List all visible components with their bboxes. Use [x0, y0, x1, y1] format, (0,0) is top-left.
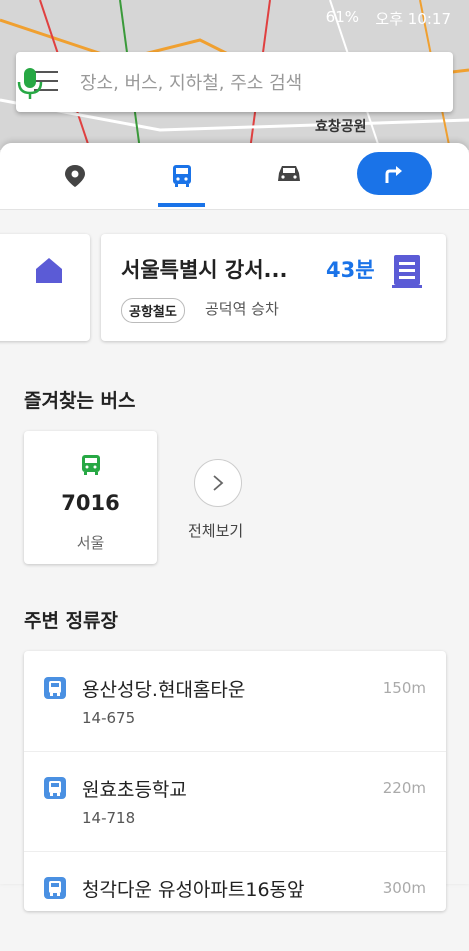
route-arrow-icon [385, 166, 402, 183]
stop-distance: 220m [382, 779, 426, 797]
nearby-stops-title: 주변 정류장 [24, 610, 119, 632]
list-item[interactable]: 원효초등학교 14-718 220m [24, 751, 446, 852]
stop-code: 14-718 [82, 809, 136, 827]
bus-stop-icon [44, 777, 66, 799]
home-icon [36, 258, 62, 283]
view-all-label[interactable]: 전체보기 [188, 520, 243, 541]
route-button[interactable] [357, 152, 432, 195]
stop-code: 14-675 [82, 709, 136, 727]
tab-car[interactable] [264, 153, 312, 201]
car-icon [278, 166, 300, 181]
stop-distance: 300m [382, 879, 426, 897]
view-all-button[interactable] [194, 459, 242, 507]
line-chip: 공항철도 [121, 298, 185, 323]
search-input[interactable]: 장소, 버스, 지하철, 주소 검색 [80, 69, 302, 95]
place-pin-icon [65, 165, 85, 187]
status-bar: 61% 오후 10:17 [0, 6, 469, 28]
destination-card[interactable]: 서울특별시 강서... 43분 공항철도 공덕역 승차 [101, 234, 446, 341]
tab-transit[interactable] [158, 153, 206, 201]
home-shortcut-card[interactable] [0, 234, 90, 341]
stop-name: 원효초등학교 [82, 779, 187, 801]
active-tab-indicator [158, 203, 205, 207]
favorite-bus-card[interactable]: 7016 서울 [24, 431, 157, 564]
battery-level: 61% [325, 8, 359, 26]
clock: 오후 10:17 [375, 10, 451, 28]
map-label: 효창공원 [315, 119, 367, 135]
list-item[interactable]: 용산성당.현대홈타운 14-675 150m [24, 651, 446, 752]
bus-region: 서울 [76, 534, 105, 552]
bus-stop-icon [44, 877, 66, 899]
favorite-bus-title: 즐겨찾는 버스 [24, 390, 136, 412]
tab-place[interactable] [51, 153, 99, 201]
bus-number: 7016 [61, 491, 120, 515]
destination-title: 서울특별시 강서... [121, 258, 288, 282]
stop-name: 용산성당.현대홈타운 [82, 679, 246, 701]
chevron-right-icon [213, 475, 224, 491]
boarding-info: 공덕역 승차 [205, 300, 279, 318]
bottom-sheet: 서울특별시 강서... 43분 공항철도 공덕역 승차 즐겨찾는 버스 7016… [0, 143, 469, 911]
bus-icon [82, 455, 100, 475]
mode-tabs [0, 143, 469, 210]
nearby-stops-list: 용산성당.현대홈타운 14-675 150m 원효초등학교 14-718 220… [24, 651, 446, 911]
bus-stop-icon [44, 677, 66, 699]
building-icon [392, 255, 422, 288]
travel-time: 43분 [326, 258, 375, 282]
search-bar[interactable]: 장소, 버스, 지하철, 주소 검색 [16, 52, 453, 112]
mic-icon[interactable] [16, 66, 44, 100]
stop-name: 청각다운 유성아파트16동앞 [82, 879, 305, 901]
list-item[interactable]: 청각다운 유성아파트16동앞 300m [24, 851, 446, 951]
stop-distance: 150m [382, 679, 426, 697]
map-view[interactable]: 61% 오후 10:17 효창공원 장소, 버스, 지하철, 주소 검색 [0, 0, 469, 150]
bus-icon [173, 165, 191, 187]
